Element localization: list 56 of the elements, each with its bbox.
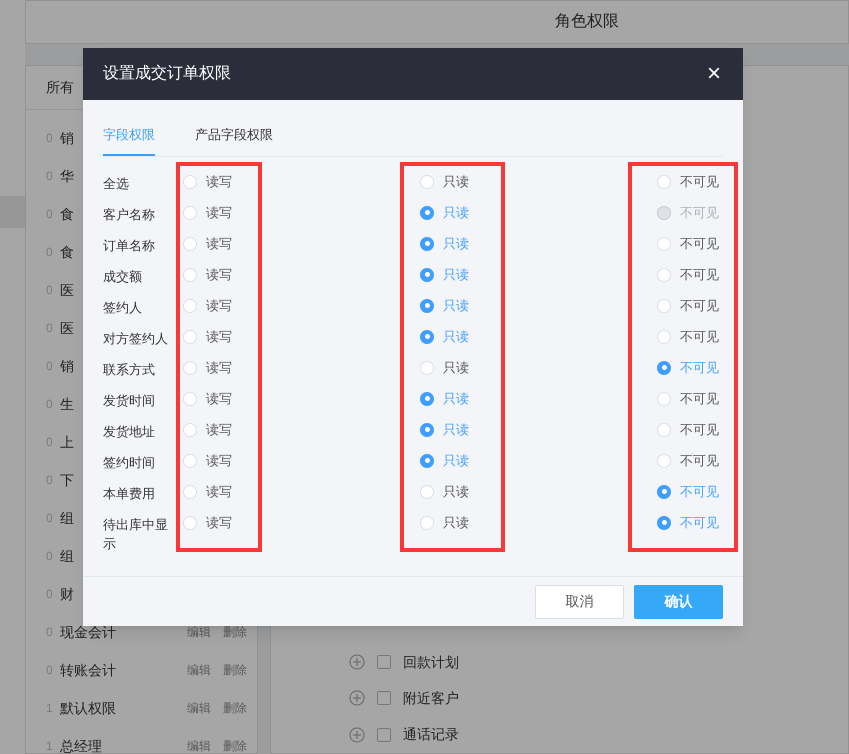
radio-option[interactable]: 不可见 [657, 290, 734, 321]
radio-option[interactable]: 读写 [183, 290, 258, 321]
module-name: 附近客户 [403, 688, 459, 708]
radio-option[interactable]: 读写 [183, 414, 258, 445]
radio-option: 不可见 [657, 197, 734, 228]
field-label: 发货地址 [103, 424, 155, 439]
role-name[interactable]: 转账会计 [60, 660, 175, 680]
dialog-title: 设置成交订单权限 [103, 64, 231, 84]
page-title: 角色权限 [555, 12, 619, 32]
close-button[interactable]: × [706, 62, 721, 86]
field-label: 对方签约人 [103, 331, 168, 346]
field-label: 待出库中显示 [103, 517, 168, 551]
expand-plus-icon[interactable] [349, 726, 365, 743]
radio-option[interactable]: 只读 [420, 507, 501, 538]
radio-option[interactable]: 读写 [183, 352, 258, 383]
cancel-button[interactable]: 取消 [535, 584, 624, 618]
radio-option[interactable]: 读写 [183, 507, 258, 538]
radio-option[interactable]: 不可见 [657, 166, 734, 197]
radio-option[interactable]: 读写 [183, 476, 258, 507]
radio-option[interactable]: 只读 [420, 476, 501, 507]
field-label: 签约人 [103, 300, 142, 315]
field-label: 全选 [103, 176, 129, 191]
expand-plus-icon[interactable] [349, 690, 365, 706]
field-label: 订单名称 [103, 238, 155, 253]
checkbox[interactable] [377, 655, 391, 670]
radio-option[interactable]: 不可见 [657, 414, 734, 445]
role-name[interactable]: 默认权限 [60, 698, 175, 718]
module-name: 回款计划 [403, 652, 459, 672]
radio-option[interactable]: 不可见 [657, 259, 734, 290]
radio-option[interactable]: 只读 [420, 352, 501, 383]
field-label: 联系方式 [103, 362, 155, 377]
radio-option[interactable]: 读写 [183, 166, 258, 197]
tab[interactable]: 产品字段权限 [195, 125, 273, 156]
checkbox[interactable] [377, 691, 391, 706]
radio-option[interactable]: 读写 [183, 197, 258, 228]
radio-option[interactable]: 读写 [183, 228, 258, 259]
radio-option[interactable]: 读写 [183, 259, 258, 290]
module-name: 通话记录 [403, 725, 459, 744]
radio-option[interactable]: 不可见 [657, 228, 734, 259]
radio-option[interactable]: 只读 [420, 166, 501, 197]
role-name[interactable]: 现金会计 [60, 622, 175, 642]
field-label: 签约时间 [103, 455, 155, 470]
radio-option[interactable]: 不可见 [657, 445, 734, 476]
radio-option[interactable]: 读写 [183, 321, 258, 352]
field-label: 发货时间 [103, 393, 155, 408]
radio-option[interactable]: 不可见 [657, 383, 734, 414]
field-label: 客户名称 [103, 207, 155, 222]
radio-option[interactable]: 读写 [183, 445, 258, 476]
radio-option[interactable]: 不可见 [657, 321, 734, 352]
expand-plus-icon[interactable] [349, 654, 365, 670]
field-label: 成交额 [103, 269, 142, 284]
role-name[interactable]: 总经理 [60, 736, 175, 754]
checkbox[interactable] [377, 728, 391, 742]
panel-header: 所有 [46, 78, 74, 97]
radio-option[interactable]: 读写 [183, 383, 258, 414]
field-label: 本单费用 [103, 486, 155, 501]
